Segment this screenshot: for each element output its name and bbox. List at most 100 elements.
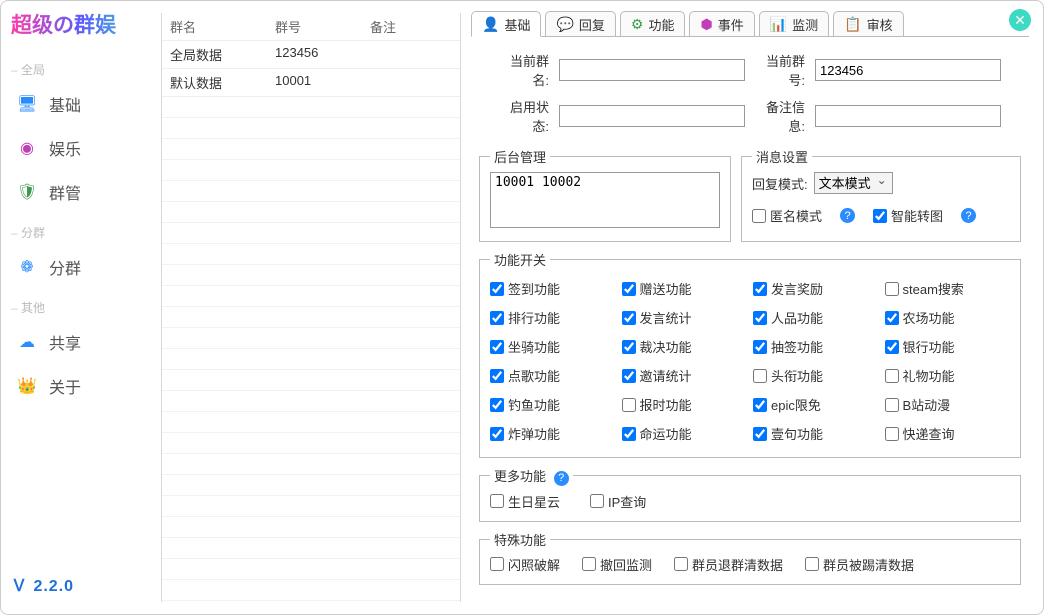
checkbox-发言统计[interactable]: 发言统计 <box>622 308 748 327</box>
checkbox-快递查询[interactable]: 快递查询 <box>885 424 1011 443</box>
func-legend: 功能开关 <box>490 250 550 269</box>
group-number-input[interactable] <box>815 59 1001 81</box>
checkbox-抽签功能[interactable]: 抽签功能 <box>753 337 879 356</box>
cloud-outline-icon: ❁ <box>17 259 37 275</box>
checkbox-发言奖励[interactable]: 发言奖励 <box>753 279 879 298</box>
enable-state-input[interactable] <box>559 105 745 127</box>
table-row-empty <box>162 97 460 118</box>
table-row-empty <box>162 517 460 538</box>
tab-事件[interactable]: ⬢事件 <box>689 11 754 37</box>
checkbox-epic限免[interactable]: epic限免 <box>753 395 879 414</box>
checkbox-生日星云[interactable]: 生日星云 <box>490 492 560 511</box>
backend-manage-fieldset: 后台管理 10001 10002 <box>479 147 731 242</box>
table-row-empty <box>162 160 460 181</box>
nav-group-other: 其他 <box>11 299 151 316</box>
checkbox-IP查询[interactable]: IP查询 <box>590 492 646 511</box>
smart-img-checkbox[interactable]: 智能转图 <box>873 206 943 225</box>
crown-icon: 👑 <box>17 378 37 394</box>
reply-mode-select[interactable]: 文本模式 <box>814 172 893 194</box>
checkbox-炸弹功能[interactable]: 炸弹功能 <box>490 424 616 443</box>
right-panel: 👤基础💬回复⚙功能⬢事件📊监测📋审核 当前群名: 当前群号: 启用状态: 备注信… <box>461 1 1043 614</box>
checkbox-B站动漫[interactable]: B站动漫 <box>885 395 1011 414</box>
table-header: 群名 群号 备注 <box>162 13 460 41</box>
help-icon[interactable]: ? <box>961 208 976 223</box>
tab-功能[interactable]: ⚙功能 <box>620 11 686 37</box>
enable-state-label: 启用状态: <box>499 97 549 135</box>
checkbox-坐骑功能[interactable]: 坐骑功能 <box>490 337 616 356</box>
checkbox-群员退群清数据[interactable]: 群员退群清数据 <box>674 555 783 574</box>
version-label: Ｖ 2.2.0 <box>11 560 151 608</box>
checkbox-银行功能[interactable]: 银行功能 <box>885 337 1011 356</box>
checkbox-钓鱼功能[interactable]: 钓鱼功能 <box>490 395 616 414</box>
table-body: 全局数据123456默认数据10001 <box>162 41 460 602</box>
sidebar-item-group-manage[interactable]: 🛡 群管 <box>11 170 151 214</box>
clipboard-icon: 📋 <box>844 16 861 33</box>
chart-icon: 📊 <box>770 16 787 33</box>
col-name[interactable]: 群名 <box>162 13 267 41</box>
table-row-empty <box>162 223 460 244</box>
sidebar-item-split-group[interactable]: ❁ 分群 <box>11 245 151 289</box>
group-name-input[interactable] <box>559 59 745 81</box>
cube-icon: ⬢ <box>700 16 712 33</box>
table-row-empty <box>162 391 460 412</box>
checkbox-人品功能[interactable]: 人品功能 <box>753 308 879 327</box>
checkbox-壹句功能[interactable]: 壹句功能 <box>753 424 879 443</box>
checkbox-农场功能[interactable]: 农场功能 <box>885 308 1011 327</box>
col-number[interactable]: 群号 <box>267 13 362 41</box>
table-row-empty <box>162 580 460 601</box>
table-row[interactable]: 默认数据10001 <box>162 69 460 97</box>
close-icon: ✕ <box>1014 12 1026 29</box>
checkbox-steam搜索[interactable]: steam搜索 <box>885 279 1011 298</box>
tab-审核[interactable]: 📋审核 <box>833 11 903 37</box>
checkbox-签到功能[interactable]: 签到功能 <box>490 279 616 298</box>
table-row-empty <box>162 538 460 559</box>
sidebar-item-basic[interactable]: 🖥 基础 <box>11 82 151 126</box>
table-row-empty <box>162 454 460 475</box>
help-icon[interactable]: ? <box>554 471 569 486</box>
remark-input[interactable] <box>815 105 1001 127</box>
close-button[interactable]: ✕ <box>1009 9 1031 31</box>
anon-mode-checkbox[interactable]: 匿名模式 <box>752 206 822 225</box>
sidebar-item-label: 关于 <box>49 374 81 398</box>
person-icon: 👤 <box>482 16 499 33</box>
checkbox-排行功能[interactable]: 排行功能 <box>490 308 616 327</box>
table-row-empty <box>162 286 460 307</box>
checkbox-邀请统计[interactable]: 邀请统计 <box>622 366 748 385</box>
tab-基础[interactable]: 👤基础 <box>471 11 541 37</box>
more-legend: 更多功能 ? <box>490 466 573 486</box>
group-number-label: 当前群号: <box>755 51 805 89</box>
table-row-empty <box>162 118 460 139</box>
checkbox-点歌功能[interactable]: 点歌功能 <box>490 366 616 385</box>
checkbox-报时功能[interactable]: 报时功能 <box>622 395 748 414</box>
checkbox-撤回监测[interactable]: 撤回监测 <box>582 555 652 574</box>
tab-回复[interactable]: 💬回复 <box>545 11 615 37</box>
sidebar-item-share[interactable]: ☁ 共享 <box>11 320 151 364</box>
nav-group-split: 分群 <box>11 224 151 241</box>
table-row-empty <box>162 559 460 580</box>
table-row-empty <box>162 328 460 349</box>
checkbox-头衔功能[interactable]: 头衔功能 <box>753 366 879 385</box>
chat-icon: 💬 <box>556 16 573 33</box>
nav-group-global: 全局 <box>11 61 151 78</box>
table-row[interactable]: 全局数据123456 <box>162 41 460 69</box>
sidebar-item-entertainment[interactable]: ◉ 娱乐 <box>11 126 151 170</box>
checkbox-裁决功能[interactable]: 裁决功能 <box>622 337 748 356</box>
backend-text[interactable]: 10001 10002 <box>490 172 720 228</box>
more-function-fieldset: 更多功能 ? 生日星云 IP查询 <box>479 466 1021 522</box>
help-icon[interactable]: ? <box>840 208 855 223</box>
checkbox-闪照破解[interactable]: 闪照破解 <box>490 555 560 574</box>
checkbox-礼物功能[interactable]: 礼物功能 <box>885 366 1011 385</box>
table-row-empty <box>162 265 460 286</box>
sidebar-item-about[interactable]: 👑 关于 <box>11 364 151 408</box>
remark-label: 备注信息: <box>755 97 805 135</box>
group-table: 群名 群号 备注 全局数据123456默认数据10001 <box>161 13 461 602</box>
table-row-empty <box>162 433 460 454</box>
table-row-empty <box>162 139 460 160</box>
tab-监测[interactable]: 📊监测 <box>759 11 829 37</box>
col-note[interactable]: 备注 <box>362 13 460 41</box>
sidebar-item-label: 基础 <box>49 92 81 116</box>
checkbox-群员被踢清数据[interactable]: 群员被踢清数据 <box>805 555 914 574</box>
checkbox-赠送功能[interactable]: 赠送功能 <box>622 279 748 298</box>
checkbox-命运功能[interactable]: 命运功能 <box>622 424 748 443</box>
shield-icon: 🛡 <box>17 184 37 200</box>
